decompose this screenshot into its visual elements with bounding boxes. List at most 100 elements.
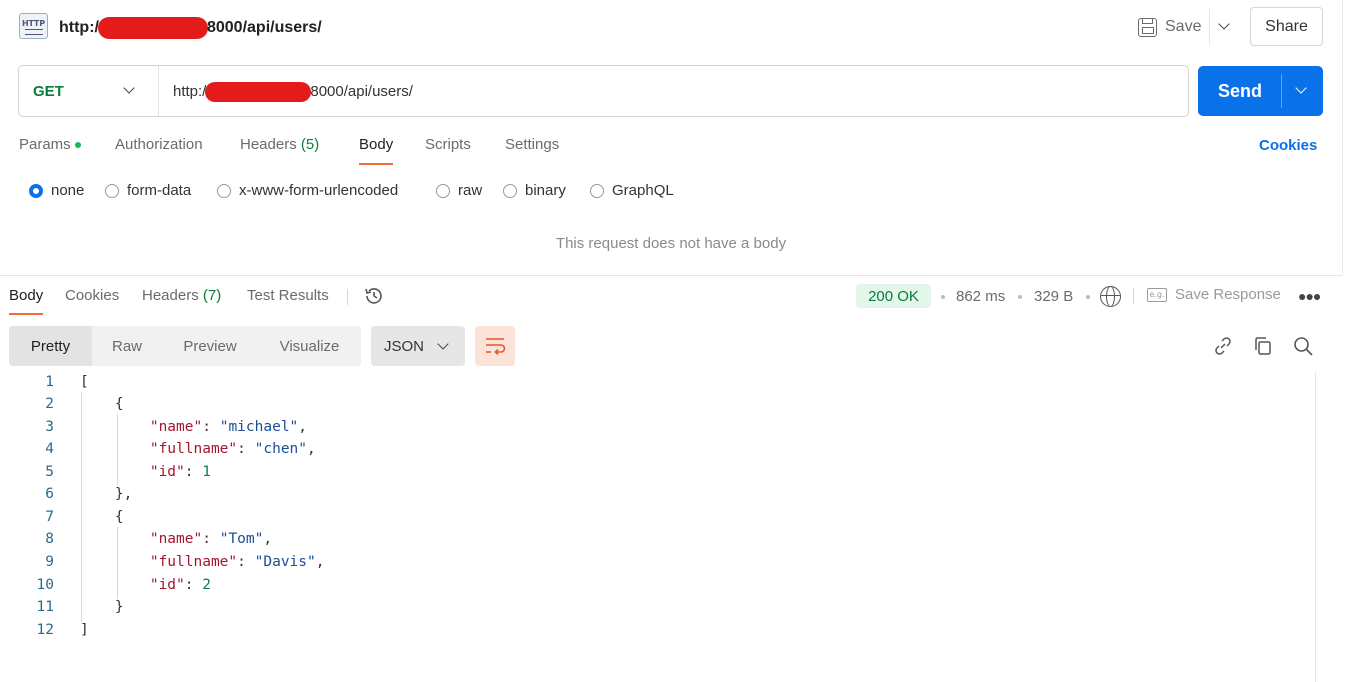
tab-authorization[interactable]: Authorization xyxy=(115,136,203,153)
radio-label: raw xyxy=(458,182,483,199)
tab-headers[interactable]: Headers (5) xyxy=(240,136,319,153)
tab-label: Headers xyxy=(142,287,199,304)
method-select[interactable]: GET xyxy=(19,66,159,116)
tab-response-cookies[interactable]: Cookies xyxy=(65,287,119,304)
tab-response-headers[interactable]: Headers (7) xyxy=(142,287,221,304)
url-input[interactable]: http:/ 8000/api/users/ xyxy=(173,82,413,102)
tab-params[interactable]: Params xyxy=(19,136,81,153)
empty-body-message: This request does not have a body xyxy=(555,235,787,252)
line-number: 8 xyxy=(45,531,54,547)
redaction-mark xyxy=(97,17,208,39)
tab-response-body[interactable]: Body xyxy=(9,287,44,315)
separator-dot xyxy=(1018,295,1022,299)
divider xyxy=(347,289,348,305)
view-mode-segmented: Pretty Raw Preview Visualize xyxy=(9,326,361,366)
divider xyxy=(1209,9,1210,45)
tab-scripts[interactable]: Scripts xyxy=(425,136,471,153)
radio-binary[interactable]: binary xyxy=(503,182,566,199)
tab-label: Scripts xyxy=(425,136,471,153)
radio-graphql[interactable]: GraphQL xyxy=(590,182,674,199)
format-select[interactable]: JSON xyxy=(371,326,465,366)
tab-body[interactable]: Body xyxy=(359,136,394,165)
url-bar: GET http:/ 8000/api/users/ xyxy=(18,65,1189,117)
tab-test-results[interactable]: Test Results xyxy=(247,287,329,304)
code-line: "id": 1 xyxy=(149,464,211,480)
tab-label: Params xyxy=(19,136,71,153)
radio-form-data[interactable]: form-data xyxy=(105,182,191,199)
radio-label: binary xyxy=(525,182,566,199)
radio-icon xyxy=(436,183,450,198)
line-number: 7 xyxy=(45,509,54,525)
divider xyxy=(158,66,159,116)
search-icon[interactable] xyxy=(1292,335,1314,357)
chevron-down-icon xyxy=(123,82,135,94)
status-badge[interactable]: 200 OK xyxy=(856,284,931,308)
pane-divider[interactable] xyxy=(0,275,1342,276)
tab-label: Headers xyxy=(240,136,297,153)
json-string: "michael" xyxy=(219,419,299,435)
radio-icon xyxy=(503,183,517,198)
copy-icon[interactable] xyxy=(1252,335,1274,357)
radio-selected-icon xyxy=(29,183,43,198)
json-string: "Davis" xyxy=(254,554,316,570)
view-raw[interactable]: Raw xyxy=(92,326,162,366)
code-line: "fullname": "Davis", xyxy=(149,554,325,570)
radio-x-www-form-urlencoded[interactable]: x-www-form-urlencoded xyxy=(217,182,398,199)
example-icon: e.g. xyxy=(1147,287,1167,302)
json-key: "id" xyxy=(149,577,185,593)
chevron-down-icon xyxy=(437,338,449,350)
code-line: "fullname": "chen", xyxy=(149,441,316,457)
radio-label: none xyxy=(51,182,85,199)
response-size[interactable]: 329 B xyxy=(1034,288,1073,305)
line-number: 9 xyxy=(45,554,54,570)
radio-icon xyxy=(217,183,231,198)
tab-label: Body xyxy=(359,136,394,153)
user-fullname-value: chen xyxy=(263,441,299,457)
radio-label: x-www-form-urlencoded xyxy=(239,182,399,199)
json-key: "fullname" xyxy=(149,554,238,570)
title-url-suffix: 8000/api/users/ xyxy=(206,19,322,37)
save-button[interactable]: Save xyxy=(1138,15,1201,39)
line-number: 11 xyxy=(36,599,54,615)
more-options-icon[interactable]: ●●● xyxy=(1298,288,1321,304)
scrollbar-track[interactable] xyxy=(1315,372,1316,682)
json-key: "fullname" xyxy=(149,441,238,457)
tab-settings[interactable]: Settings xyxy=(505,136,559,153)
send-button[interactable]: Send xyxy=(1198,66,1323,116)
globe-icon[interactable] xyxy=(1100,286,1121,307)
json-key: "name" xyxy=(149,419,203,435)
share-button[interactable]: Share xyxy=(1250,7,1323,46)
code-line: "name": "michael", xyxy=(149,419,308,435)
radio-none[interactable]: none xyxy=(29,182,84,199)
radio-icon xyxy=(590,183,604,198)
code-line: { xyxy=(80,509,124,525)
cookies-link[interactable]: Cookies xyxy=(1259,137,1317,154)
line-number: 5 xyxy=(45,464,54,480)
line-number: 3 xyxy=(45,419,54,435)
chevron-down-icon[interactable] xyxy=(1295,82,1307,94)
request-title[interactable]: http:/ 8000/api/users/ xyxy=(59,17,322,39)
headers-count: (5) xyxy=(300,136,320,153)
radio-icon xyxy=(105,183,119,198)
tab-label: Body xyxy=(9,287,44,304)
pane-border xyxy=(1342,0,1343,276)
wrap-lines-button[interactable] xyxy=(475,326,515,366)
tab-label: Test Results xyxy=(247,287,329,304)
view-pretty[interactable]: Pretty xyxy=(9,326,92,366)
response-body-code[interactable]: 1 2 3 4 5 6 7 8 9 10 11 12 [ { "name": "… xyxy=(0,372,1316,682)
view-visualize[interactable]: Visualize xyxy=(258,326,361,366)
link-icon[interactable] xyxy=(1212,335,1234,357)
response-time[interactable]: 862 ms xyxy=(956,288,1005,305)
divider xyxy=(1281,74,1282,108)
save-response-button[interactable]: e.g. Save Response xyxy=(1147,286,1281,303)
code-line: { xyxy=(80,396,124,412)
json-string: "chen" xyxy=(254,441,308,457)
format-label: JSON xyxy=(384,338,425,355)
view-preview[interactable]: Preview xyxy=(162,326,258,366)
radio-raw[interactable]: raw xyxy=(436,182,482,199)
user-name-value: Tom xyxy=(228,531,255,547)
radio-label: GraphQL xyxy=(612,182,674,199)
send-label: Send xyxy=(1218,81,1263,101)
history-icon[interactable] xyxy=(363,285,385,307)
save-options-dropdown[interactable] xyxy=(1215,17,1235,37)
